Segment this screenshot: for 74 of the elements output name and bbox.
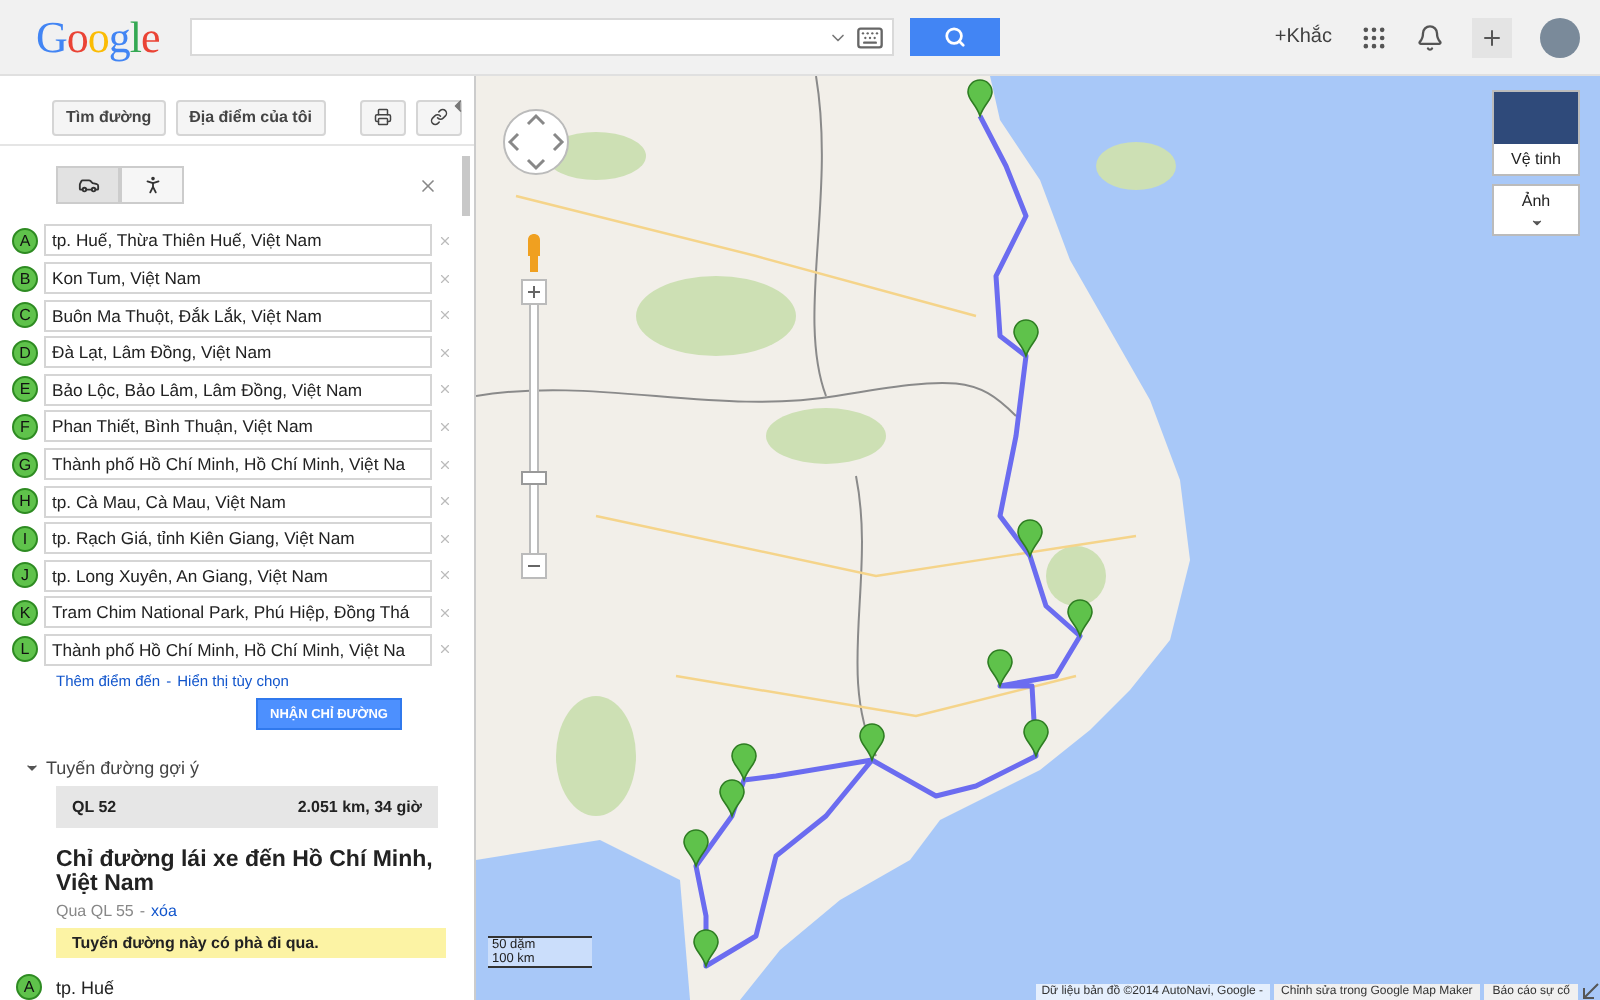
waypoint-marker: F <box>12 413 38 440</box>
waypoint-marker: G <box>12 451 38 478</box>
remove-icon[interactable] <box>438 271 452 286</box>
separator: - <box>139 902 146 921</box>
remove-icon[interactable] <box>438 419 452 434</box>
directions-title: Chỉ đường lái xe đến Hồ Chí Minh, Việt Nam <box>56 848 435 897</box>
waypoint-field[interactable]: Bảo Lộc, Bảo Lâm, Lâm Đồng, Việt Nam <box>44 373 432 406</box>
link-button[interactable] <box>416 99 462 136</box>
search-field[interactable] <box>190 18 894 56</box>
print-button[interactable] <box>360 99 406 136</box>
remove-icon[interactable] <box>438 308 452 323</box>
keyboard-icon[interactable] <box>856 23 884 51</box>
step-place: tp. Huế <box>56 977 115 998</box>
pan-control-icon[interactable] <box>500 106 572 178</box>
scrollbar[interactable] <box>462 156 470 216</box>
remove-icon[interactable] <box>438 382 452 397</box>
section-title: Tuyến đường gợi ý <box>46 758 200 779</box>
waypoint-field[interactable]: tp. Huế, Thừa Thiên Huế, Việt Nam <box>44 224 432 257</box>
waypoint-marker: L <box>12 636 38 663</box>
remove-icon[interactable] <box>438 568 452 583</box>
route-distance-time: 2.051 km, 34 giờ <box>297 798 422 817</box>
more-link[interactable]: +Khắc <box>1274 26 1332 48</box>
waypoint-field[interactable]: Buôn Ma Thuột, Đắk Lắk, Việt Nam <box>44 299 432 332</box>
waypoint-marker: K <box>12 599 38 626</box>
waypoint-marker: A <box>16 974 42 1000</box>
remove-icon[interactable] <box>438 605 452 620</box>
route-name: QL 52 <box>72 798 117 817</box>
waypoint-marker: D <box>12 339 38 366</box>
dropdown-caret-icon <box>1529 216 1543 230</box>
waypoint-field[interactable]: tp. Long Xuyên, An Giang, Việt Nam <box>44 559 432 592</box>
close-icon[interactable] <box>418 175 438 196</box>
sidebar-button[interactable]: Địa điểm của tôi <box>175 99 326 136</box>
via-text: Qua QL 55 <box>56 902 134 921</box>
waypoint-field[interactable]: Thành phố Hồ Chí Minh, Hồ Chí Minh, Việt Na <box>44 448 432 481</box>
printer-icon <box>374 108 392 127</box>
remove-icon[interactable] <box>438 531 452 546</box>
waypoint-marker: E <box>12 376 38 403</box>
waypoint-field[interactable]: Đà Lạt, Lâm Đồng, Việt Nam <box>44 336 432 369</box>
satellite-thumbnail <box>1494 92 1578 144</box>
map-layer-button[interactable]: Ảnh <box>1492 184 1580 236</box>
waypoint-field[interactable]: Kon Tum, Việt Nam <box>44 262 432 295</box>
clear-link[interactable]: xóa <box>151 902 177 921</box>
notification-bell-icon[interactable] <box>1416 23 1444 51</box>
walking-person-icon <box>141 174 163 197</box>
remove-icon[interactable] <box>438 233 452 248</box>
route-option[interactable]: QL 52 2.051 km, 34 giờ <box>56 786 438 829</box>
remove-icon[interactable] <box>438 345 452 360</box>
ferry-notice: Tuyến đường này có phà đi qua. <box>56 928 446 959</box>
waypoint-marker: B <box>12 265 38 292</box>
search-icon <box>944 26 966 48</box>
remove-icon[interactable] <box>438 642 452 657</box>
waypoint-field[interactable]: Tram Chim National Park, Phú Hiệp, Đồng Thá <box>44 596 432 629</box>
avatar[interactable] <box>1540 17 1580 57</box>
expand-icon[interactable] <box>1582 982 1600 1000</box>
apps-grid-icon[interactable] <box>1360 23 1388 51</box>
waypoint-field[interactable]: Phan Thiết, Bình Thuận, Việt Nam <box>44 410 432 443</box>
remove-icon[interactable] <box>438 457 452 472</box>
waypoint-field[interactable]: Thành phố Hồ Chí Minh, Hồ Chí Minh, Việt Na <box>44 633 432 666</box>
link-icon <box>430 108 448 127</box>
waypoint-marker: H <box>12 488 38 515</box>
share-plus-button[interactable] <box>1472 17 1512 57</box>
waypoint-marker: C <box>12 302 38 329</box>
waypoint-field[interactable]: tp. Cà Mau, Cà Mau, Việt Nam <box>44 485 432 518</box>
waypoint-marker: I <box>12 525 38 552</box>
waypoint-marker: J <box>12 562 38 589</box>
waypoint-field[interactable]: tp. Rạch Giá, tỉnh Kiên Giang, Việt Nam <box>44 522 432 555</box>
car-icon <box>77 174 99 197</box>
waypoint-marker: A <box>12 227 38 254</box>
search-button[interactable] <box>910 18 1000 56</box>
travel-mode-tab[interactable] <box>56 166 120 205</box>
sidebar-button[interactable]: Tìm đường <box>52 99 166 136</box>
map-layer-button[interactable]: Vệ tinh <box>1492 90 1580 176</box>
remove-icon[interactable] <box>438 494 452 509</box>
plus-icon <box>1480 25 1504 49</box>
